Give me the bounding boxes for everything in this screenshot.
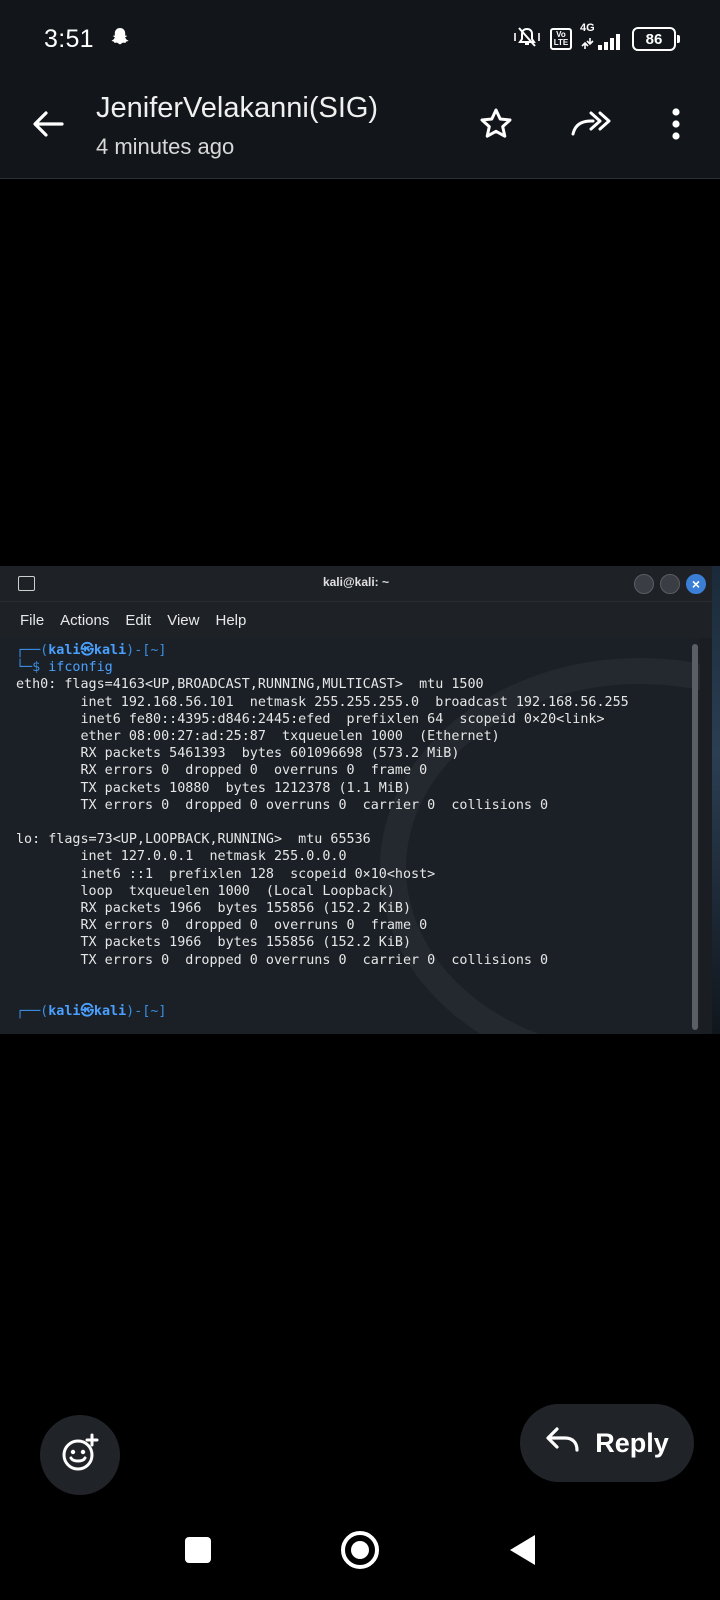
signal-icon <box>580 34 624 55</box>
terminal-output-line: RX errors 0 dropped 0 overruns 0 frame 0 <box>80 918 428 934</box>
terminal-output-line: loop txqueuelen 1000 (Local Loopback) <box>80 883 395 899</box>
terminal-output-line: eth0: flags=4163<UP,BROADCAST,RUNNING,MU… <box>16 677 484 693</box>
menu-file: File <box>20 611 45 629</box>
reply-button[interactable]: Reply <box>520 1404 694 1482</box>
status-time: 3:51 <box>44 24 94 53</box>
home-icon <box>339 1529 381 1576</box>
menu-view: View <box>167 611 200 629</box>
prompt-dollar: └─$ <box>16 660 49 676</box>
volte-badge: Vo LTE <box>550 28 572 50</box>
prompt-open: ┌──( <box>16 643 49 658</box>
terminal-scrollbar <box>692 644 698 1030</box>
prompt-user-2: kali㉿kali <box>48 1004 127 1020</box>
battery-icon: 86 <box>632 27 680 51</box>
network-type: 4G <box>580 22 595 34</box>
back-button[interactable] <box>24 102 72 150</box>
prompt-user: kali㉿kali <box>48 643 127 658</box>
terminal-output-line: TX errors 0 dropped 0 overruns 0 carrier… <box>80 797 549 813</box>
sent-time: 4 minutes ago <box>96 134 235 159</box>
terminal-output-line: RX packets 5461393 bytes 601096698 (573.… <box>80 746 460 762</box>
signal-group: 4G <box>580 23 624 55</box>
terminal-output-line: lo: flags=73<UP,LOOPBACK,RUNNING> mtu 65… <box>16 832 371 848</box>
bottom-action-bar: Reply <box>0 1378 720 1502</box>
terminal-menubar: File Actions Edit View Help <box>0 602 712 638</box>
terminal-output: ┌──(kali㉿kali)-[~] └─$ ifconfig eth0: fl… <box>16 642 629 1020</box>
emoji-add-icon <box>60 1433 100 1478</box>
command-output: eth0: flags=4163<UP,BROADCAST,RUNNING,MU… <box>16 677 629 967</box>
more-vert-icon <box>670 106 682 147</box>
terminal-output-line: ether 08:00:27:ad:25:87 txqueuelen 1000 … <box>80 729 500 745</box>
snapchat-icon <box>108 25 132 54</box>
terminal-output-line: TX packets 1966 bytes 155856 (152.2 KiB) <box>80 935 412 951</box>
prompt-close-2: )-[~] <box>126 1004 167 1020</box>
maximize-button <box>660 574 680 594</box>
menu-actions: Actions <box>60 611 110 629</box>
status-bar: 3:51 Vo LTE 4G 86 <box>0 0 720 78</box>
terminal-output-line: inet 127.0.0.1 netmask 255.0.0.0 <box>80 849 347 865</box>
menu-help: Help <box>215 611 247 629</box>
back-icon <box>507 1533 537 1572</box>
status-left: 3:51 <box>44 25 132 54</box>
star-button[interactable] <box>472 102 520 150</box>
terminal-output-line: TX packets 10880 bytes 1212378 (1.1 MiB) <box>80 780 412 796</box>
system-nav-bar <box>0 1502 720 1600</box>
mute-icon <box>512 25 542 54</box>
status-right: Vo LTE 4G 86 <box>512 23 680 55</box>
terminal-titlebar: kali@kali: ~ × <box>0 566 712 602</box>
prompt-close: )-[~] <box>126 643 167 658</box>
app-header: JeniferVelakanni(SIG) 4 minutes ago <box>0 78 720 179</box>
menu-edit: Edit <box>125 611 152 629</box>
add-reaction-button[interactable] <box>40 1415 120 1495</box>
terminal-command: ifconfig <box>48 660 113 676</box>
reply-icon <box>545 1425 581 1462</box>
home-button[interactable] <box>338 1530 382 1574</box>
back-arrow-icon <box>30 106 66 147</box>
recents-button[interactable] <box>176 1530 220 1574</box>
terminal-output-line: TX errors 0 dropped 0 overruns 0 carrier… <box>80 952 549 968</box>
terminal-window-title: kali@kali: ~ <box>322 575 390 589</box>
forward-button[interactable] <box>566 102 614 150</box>
close-icon: × <box>686 574 706 594</box>
forward-icon <box>569 106 611 147</box>
reply-label: Reply <box>595 1427 669 1458</box>
recents-icon <box>183 1535 213 1570</box>
sender-name: JeniferVelakanni(SIG) <box>96 92 379 124</box>
terminal-output-line: inet6 ::1 prefixlen 128 scopeid 0×10<hos… <box>80 866 436 882</box>
terminal-output-line: RX packets 1966 bytes 155856 (152.2 KiB) <box>80 901 412 917</box>
prompt-open-2: ┌──( <box>16 1004 49 1020</box>
background-art <box>712 566 720 1034</box>
star-icon <box>478 106 514 147</box>
terminal-output-line: RX errors 0 dropped 0 overruns 0 frame 0 <box>80 763 428 779</box>
terminal-output-line: inet6 fe80::4395:d846:2445:efed prefixle… <box>80 711 605 727</box>
more-options-button[interactable] <box>652 102 700 150</box>
volte-bottom: LTE <box>553 38 569 47</box>
minimize-button <box>634 574 654 594</box>
terminal-output-line: inet 192.168.56.101 netmask 255.255.255.… <box>80 694 629 710</box>
attachment-image[interactable]: kali@kali: ~ × File Actions Edit View He… <box>0 566 720 1034</box>
system-back-button[interactable] <box>500 1530 544 1574</box>
